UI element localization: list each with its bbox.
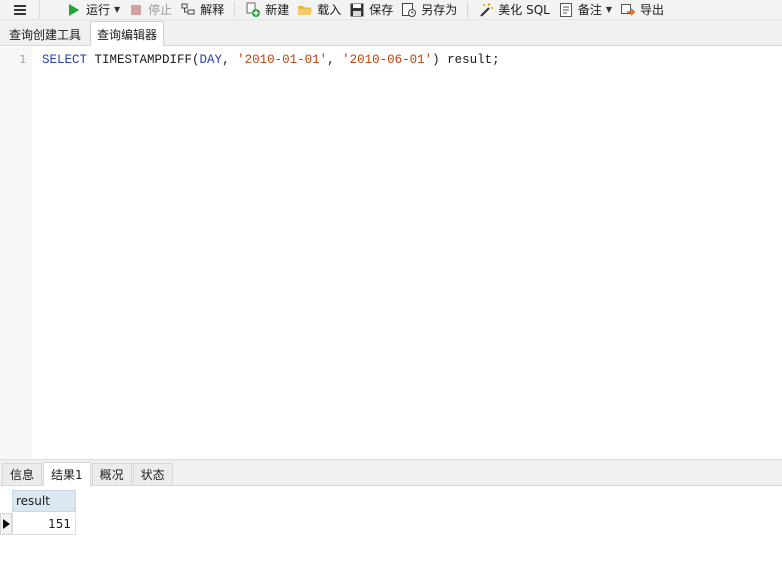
export-icon xyxy=(621,3,636,16)
folder-open-icon xyxy=(298,5,313,15)
line-number: 1 xyxy=(19,53,26,66)
tab-profile[interactable]: 概况 xyxy=(91,463,132,485)
new-button[interactable]: 新建 xyxy=(241,0,293,20)
save-button[interactable]: 保存 xyxy=(345,0,397,20)
string-literal-end: '2010-06-01' xyxy=(342,53,433,67)
beautify-sql-label: 美化 SQL xyxy=(498,3,550,17)
sql-editor[interactable]: 1 SELECT TIMESTAMPDIFF(DAY, '2010-01-01'… xyxy=(0,47,782,459)
magic-wand-icon xyxy=(480,2,494,17)
current-row-arrow-icon xyxy=(2,519,10,529)
result-tab-bar: 信息 结果1 概况 状态 xyxy=(0,462,782,486)
sql-code-line[interactable]: SELECT TIMESTAMPDIFF(DAY, '2010-01-01', … xyxy=(42,53,500,67)
load-button[interactable]: 载入 xyxy=(293,0,345,20)
alias-tail: ) result; xyxy=(432,53,500,67)
notes-dropdown-icon[interactable]: ▼ xyxy=(606,5,612,14)
keyword-day: DAY xyxy=(199,53,223,67)
save-label: 保存 xyxy=(369,3,394,17)
save-as-button[interactable]: 另存为 xyxy=(397,0,461,20)
run-label: 运行 xyxy=(86,3,111,17)
run-button[interactable]: 运行 ▼ xyxy=(62,0,124,20)
new-query-icon xyxy=(246,2,261,17)
export-label: 导出 xyxy=(640,3,665,17)
result-grid: result 151 xyxy=(0,486,782,569)
run-dropdown-icon[interactable]: ▼ xyxy=(114,5,120,14)
editor-tab-bar: 查询创建工具 查询编辑器 xyxy=(0,20,782,46)
tab-status[interactable]: 状态 xyxy=(132,463,173,485)
separator: , xyxy=(327,53,343,67)
stop-label: 停止 xyxy=(148,3,173,17)
stop-icon xyxy=(131,4,142,15)
explain-button[interactable]: 解释 xyxy=(176,0,228,20)
toolbar-divider xyxy=(234,1,236,18)
toolbar-divider xyxy=(467,1,469,18)
notes-label: 备注 xyxy=(577,3,602,17)
line-gutter: 1 xyxy=(0,47,32,459)
beautify-sql-button[interactable]: 美化 SQL xyxy=(474,0,554,20)
stop-button[interactable]: 停止 xyxy=(124,0,176,20)
main-toolbar: 运行 ▼ 停止 解释 新建 载入 保存 另存为 美化 SQL 备注 ▼ 导出 xyxy=(0,0,782,20)
save-as-icon xyxy=(402,2,417,17)
explain-label: 解释 xyxy=(200,3,225,17)
notes-icon xyxy=(559,2,572,17)
explain-icon xyxy=(181,3,195,14)
keyword-select: SELECT xyxy=(42,53,88,67)
tab-result1[interactable]: 结果1 xyxy=(43,462,91,486)
hamburger-icon xyxy=(13,4,26,15)
play-icon xyxy=(69,3,79,16)
separator: , xyxy=(222,53,238,67)
table-cell[interactable]: 151 xyxy=(12,513,76,535)
tab-query-editor[interactable]: 查询编辑器 xyxy=(90,21,165,46)
export-button[interactable]: 导出 xyxy=(616,0,668,20)
notes-button[interactable]: 备注 ▼ xyxy=(554,0,616,20)
save-icon xyxy=(350,3,364,16)
menu-button[interactable] xyxy=(0,0,40,20)
function-name: TIMESTAMPDIFF( xyxy=(87,53,200,67)
string-literal-start: '2010-01-01' xyxy=(237,53,328,67)
tab-info[interactable]: 信息 xyxy=(2,463,43,485)
load-label: 载入 xyxy=(317,3,342,17)
row-indicator[interactable] xyxy=(0,513,12,535)
save-as-label: 另存为 xyxy=(421,3,458,17)
new-label: 新建 xyxy=(265,3,290,17)
column-header-result[interactable]: result xyxy=(12,490,76,512)
tab-query-builder[interactable]: 查询创建工具 xyxy=(2,22,88,45)
